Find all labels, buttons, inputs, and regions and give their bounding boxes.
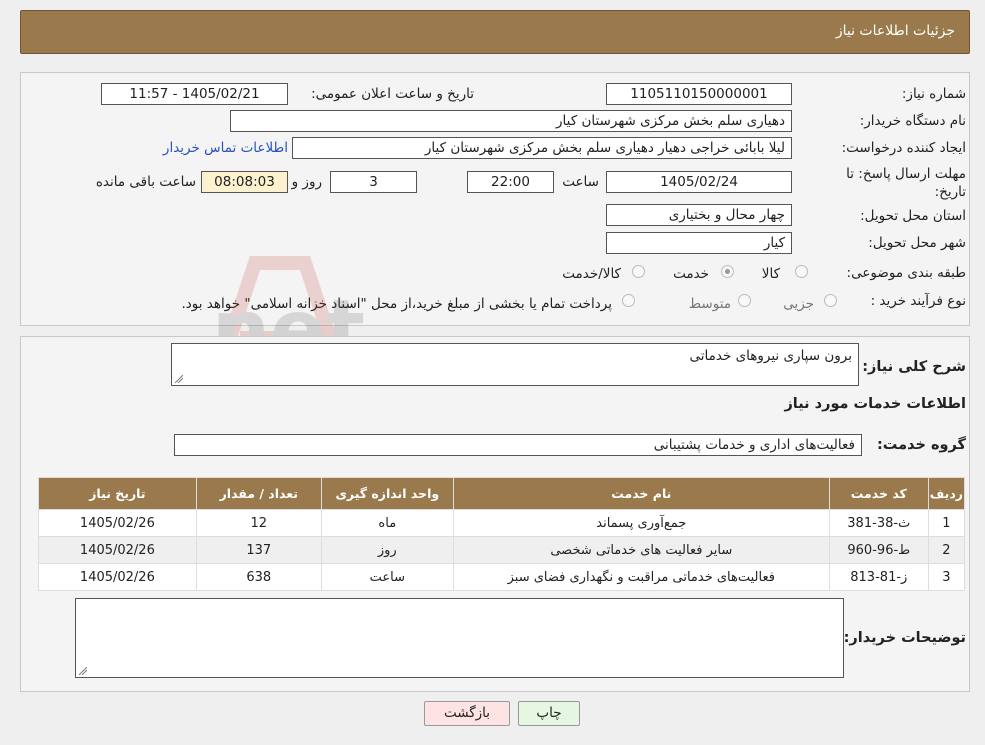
process-radio-medium[interactable] bbox=[738, 294, 751, 307]
summary-label: شرح کلی نیاز: bbox=[862, 359, 966, 375]
creator-label: ایجاد کننده درخواست: bbox=[841, 140, 966, 156]
deadline-time-label: ساعت bbox=[562, 174, 599, 190]
process-note: پرداخت تمام یا بخشی از مبلغ خرید،از محل … bbox=[181, 296, 612, 312]
cell-service-code: ط-96-960 bbox=[828, 536, 929, 564]
process-radio-treasury[interactable] bbox=[622, 294, 635, 307]
cell-service-name: جمع‌آوری پسماند bbox=[452, 509, 830, 537]
resize-grip-icon[interactable] bbox=[175, 375, 183, 383]
days-remaining-field[interactable]: 3 bbox=[330, 171, 417, 193]
cell-row-number: 2 bbox=[927, 536, 966, 564]
category-option-goods-service: کالا/خدمت bbox=[562, 266, 621, 282]
summary-textarea[interactable]: برون سپاری نیروهای خدماتی bbox=[171, 343, 859, 386]
service-group-label: گروه خدمت: bbox=[876, 437, 966, 453]
category-radio-goods-service[interactable] bbox=[632, 265, 645, 278]
buyer-org-field[interactable]: دهیاری سلم بخش مرکزی شهرستان کیار bbox=[230, 110, 792, 132]
province-label: استان محل تحویل: bbox=[860, 208, 966, 224]
cell-service-name: فعالیت‌های خدماتی مراقبت و نگهداری فضای … bbox=[452, 563, 830, 591]
col-need-date: تاریخ نیاز bbox=[38, 477, 197, 510]
buyer-contact-link[interactable]: اطلاعات تماس خریدار bbox=[163, 140, 288, 156]
cell-quantity: 12 bbox=[195, 509, 322, 537]
col-quantity: تعداد / مقدار bbox=[195, 477, 322, 510]
province-field[interactable]: چهار محال و بختیاری bbox=[606, 204, 792, 226]
cell-need-date: 1405/02/26 bbox=[38, 563, 197, 591]
deadline-label: مهلت ارسال پاسخ: تا تاریخ: bbox=[846, 166, 966, 200]
process-option-medium: متوسط bbox=[688, 296, 731, 312]
cell-service-code: ز-81-813 bbox=[828, 563, 929, 591]
deadline-date-field[interactable]: 1405/02/24 bbox=[606, 171, 792, 193]
cell-quantity: 638 bbox=[195, 563, 322, 591]
category-option-goods: کالا bbox=[761, 266, 780, 282]
table-header-row: ردیف کد خدمت نام خدمت واحد اندازه گیری ت… bbox=[38, 477, 966, 510]
cell-row-number: 3 bbox=[927, 563, 966, 591]
service-group-field[interactable]: فعالیت‌های اداری و خدمات پشتیبانی bbox=[174, 434, 862, 456]
category-radio-goods[interactable] bbox=[795, 265, 808, 278]
city-field[interactable]: کیار bbox=[606, 232, 792, 254]
col-row-number: ردیف bbox=[927, 477, 966, 510]
process-radio-minor[interactable] bbox=[824, 294, 837, 307]
creator-field[interactable]: لیلا بابائی خراجی دهیار دهیاری سلم بخش م… bbox=[292, 137, 792, 159]
announce-label: تاریخ و ساعت اعلان عمومی: bbox=[311, 86, 474, 102]
cell-service-name: سایر فعالیت های خدماتی شخصی bbox=[452, 536, 830, 564]
announce-datetime-field[interactable]: 1405/02/21 - 11:57 bbox=[101, 83, 288, 105]
cell-row-number: 1 bbox=[927, 509, 966, 537]
services-table: ردیف کد خدمت نام خدمت واحد اندازه گیری ت… bbox=[38, 477, 966, 591]
page-header: جزئیات اطلاعات نیاز bbox=[20, 10, 970, 54]
resize-grip-icon[interactable] bbox=[79, 667, 87, 675]
print-button[interactable]: چاپ bbox=[518, 701, 580, 726]
cell-quantity: 137 bbox=[195, 536, 322, 564]
category-label: طبقه بندی موضوعی: bbox=[846, 265, 966, 281]
deadline-time-field[interactable]: 22:00 bbox=[467, 171, 554, 193]
col-service-code: کد خدمت bbox=[828, 477, 929, 510]
category-radio-service[interactable] bbox=[721, 265, 734, 278]
need-number-field[interactable]: 1105110150000001 bbox=[606, 83, 792, 105]
table-row: 3 ز-81-813 فعالیت‌های خدماتی مراقبت و نگ… bbox=[38, 563, 966, 591]
table-row: 1 ث-38-381 جمع‌آوری پسماند ماه 12 1405/0… bbox=[38, 509, 966, 537]
process-option-minor: جزیی bbox=[783, 296, 814, 312]
services-section-title: اطلاعات خدمات مورد نیاز bbox=[784, 396, 966, 412]
page-title: جزئیات اطلاعات نیاز bbox=[835, 23, 955, 39]
city-label: شهر محل تحویل: bbox=[868, 235, 966, 251]
cell-unit: روز bbox=[320, 536, 454, 564]
summary-text: برون سپاری نیروهای خدماتی bbox=[689, 348, 852, 364]
buyer-org-label: نام دستگاه خریدار: bbox=[859, 113, 966, 129]
remaining-time-label: ساعت باقی مانده bbox=[95, 174, 196, 190]
back-button[interactable]: بازگشت bbox=[424, 701, 510, 726]
category-option-service: خدمت bbox=[673, 266, 709, 282]
process-label: نوع فرآیند خرید : bbox=[870, 293, 966, 309]
cell-need-date: 1405/02/26 bbox=[38, 536, 197, 564]
cell-unit: ساعت bbox=[320, 563, 454, 591]
col-service-name: نام خدمت bbox=[452, 477, 830, 510]
buyer-notes-textarea[interactable] bbox=[75, 598, 844, 678]
buyer-notes-label: توضیحات خریدار: bbox=[843, 630, 966, 646]
cell-need-date: 1405/02/26 bbox=[38, 509, 197, 537]
days-label: روز و bbox=[291, 174, 322, 190]
need-number-label: شماره نیاز: bbox=[901, 86, 966, 102]
cell-service-code: ث-38-381 bbox=[828, 509, 929, 537]
table-row: 2 ط-96-960 سایر فعالیت های خدماتی شخصی ر… bbox=[38, 536, 966, 564]
remaining-time-field[interactable]: 08:08:03 bbox=[201, 171, 288, 193]
col-unit: واحد اندازه گیری bbox=[320, 477, 454, 510]
cell-unit: ماه bbox=[320, 509, 454, 537]
